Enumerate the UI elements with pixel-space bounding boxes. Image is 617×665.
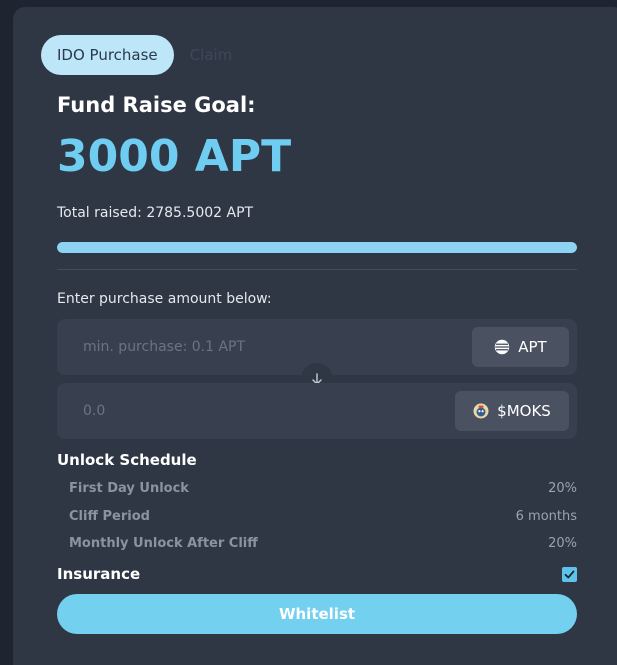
schedule-row: Cliff Period 6 months [69, 509, 577, 524]
schedule-row-value: 20% [548, 481, 577, 496]
tab-bar: IDO Purchase Claim [41, 35, 232, 75]
schedule-row-value: 20% [548, 536, 577, 551]
whitelist-button[interactable]: Whitelist [57, 594, 577, 634]
schedule-row: Monthly Unlock After Cliff 20% [69, 536, 577, 551]
schedule-row-value: 6 months [515, 509, 577, 524]
receive-input-box: $MOKS [57, 383, 577, 439]
pay-token-button[interactable]: APT [472, 327, 569, 367]
unlock-schedule-title: Unlock Schedule [57, 451, 197, 469]
receive-token-label: $MOKS [497, 402, 551, 420]
insurance-row: Insurance [57, 565, 577, 583]
tab-claim[interactable]: Claim [190, 46, 233, 64]
schedule-row-label: Monthly Unlock After Cliff [69, 536, 258, 551]
receive-token-button[interactable]: $MOKS [455, 391, 569, 431]
purchase-amount-input[interactable] [83, 319, 443, 375]
ido-purchase-card: IDO Purchase Claim Fund Raise Goal: 3000… [13, 7, 617, 665]
aptos-logo-icon [494, 339, 510, 355]
purchase-prompt: Enter purchase amount below: [57, 291, 272, 307]
check-icon [564, 570, 575, 578]
moks-token-icon [473, 403, 489, 419]
receive-amount-input[interactable] [83, 383, 443, 439]
insurance-checkbox[interactable] [562, 566, 577, 582]
raise-progress-fill [57, 242, 577, 253]
pay-token-label: APT [518, 338, 547, 356]
raise-progress-bar [57, 242, 577, 253]
insurance-label: Insurance [57, 565, 141, 583]
fund-raise-goal-value: 3000 APT [57, 131, 292, 182]
tab-ido-purchase[interactable]: IDO Purchase [41, 35, 174, 75]
total-raised-text: Total raised: 2785.5002 APT [57, 205, 254, 221]
fund-raise-goal-label: Fund Raise Goal: [57, 93, 256, 117]
schedule-row-label: First Day Unlock [69, 481, 189, 496]
schedule-row-label: Cliff Period [69, 509, 150, 524]
schedule-row: First Day Unlock 20% [69, 481, 577, 496]
divider [57, 269, 577, 270]
